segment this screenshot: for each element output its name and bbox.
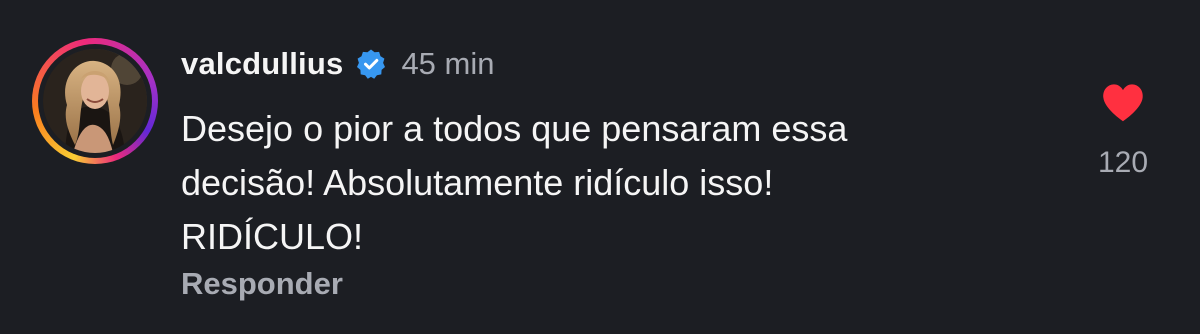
comment-time: 45 min (401, 46, 495, 81)
avatar (43, 49, 147, 153)
avatar-gap (38, 44, 152, 158)
heart-icon[interactable] (1100, 80, 1146, 126)
reply-button[interactable]: Responder (181, 266, 343, 302)
like-group: 120 (1090, 80, 1156, 180)
comment-header: valcdullius 45 min (181, 42, 494, 86)
like-count: 120 (1097, 146, 1149, 179)
username[interactable]: valcdullius (181, 46, 343, 82)
comment-text-line: decisão! Absolutamente ridículo isso! (181, 162, 774, 203)
avatar-photo-icon (43, 49, 147, 153)
comment-text: Desejo o pior a todos que pensaram essa … (181, 102, 1061, 264)
comment-text-line: Desejo o pior a todos que pensaram essa (181, 108, 848, 149)
comment-text-line: RIDÍCULO! (181, 216, 364, 257)
avatar-story-ring[interactable] (32, 38, 158, 164)
comment: valcdullius 45 min Desejo o pior a todos… (0, 0, 1200, 334)
verified-badge-icon (355, 48, 387, 80)
